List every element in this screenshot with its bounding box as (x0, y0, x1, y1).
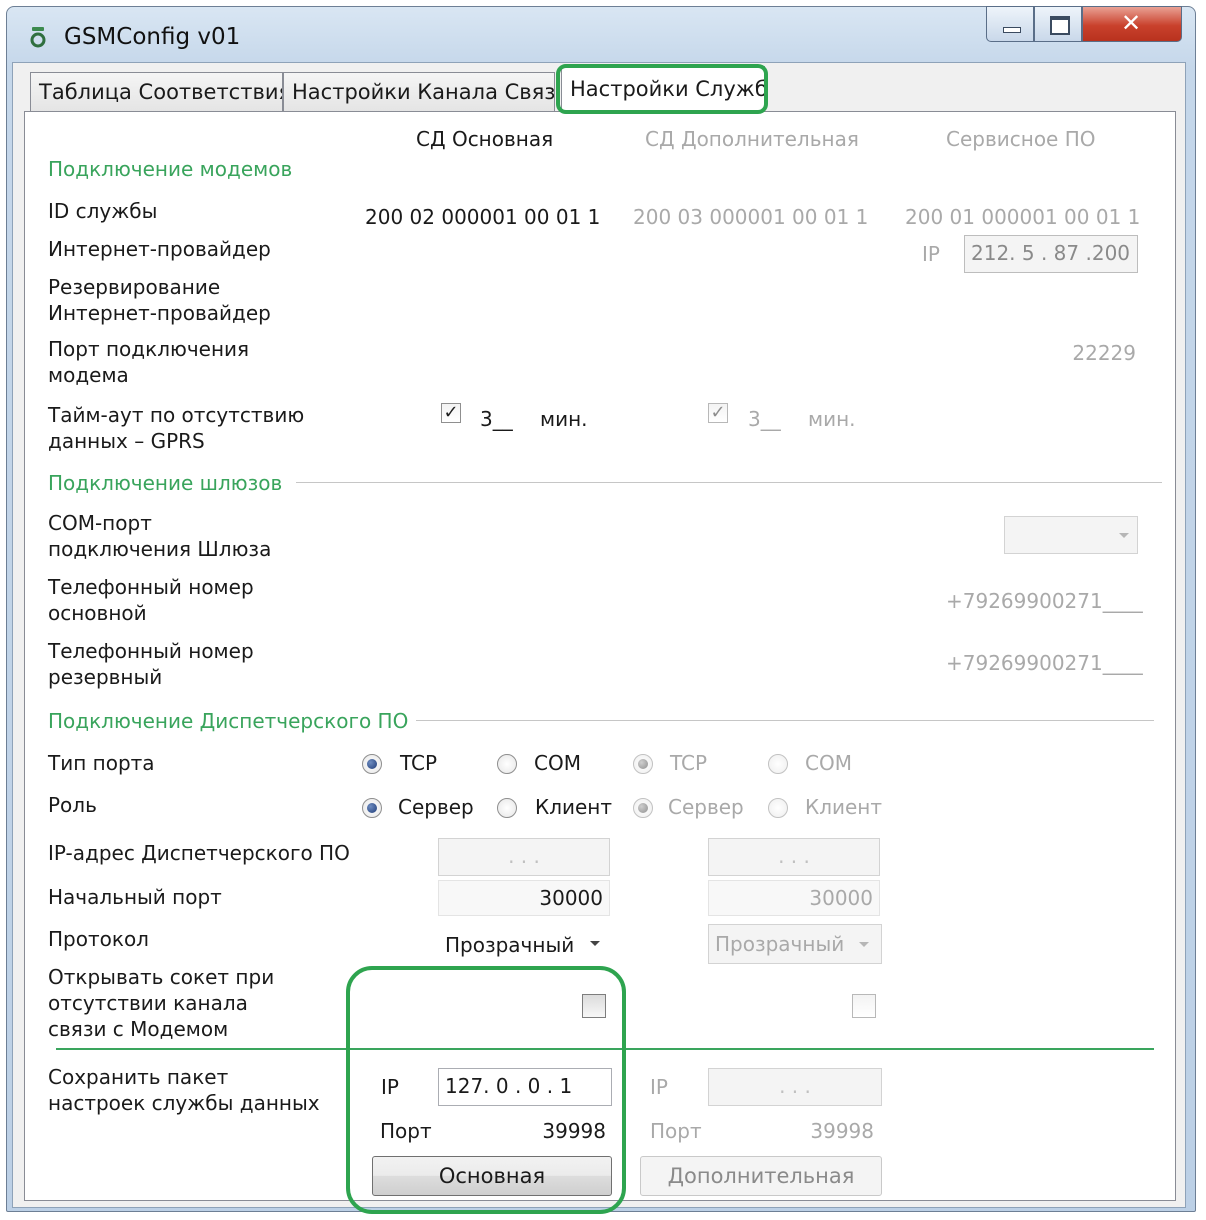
close-icon: ✕ (1121, 9, 1142, 37)
minimize-button[interactable] (986, 6, 1034, 42)
timeout-additional-value[interactable]: 3__ (748, 406, 781, 432)
timeout-additional-checkbox[interactable]: ✓ (708, 403, 728, 423)
dispatcher-ip-label: IP-адрес Диспетчерского ПО (48, 841, 350, 865)
protocol-primary-dropdown-button[interactable] (580, 926, 610, 962)
port-type-primary-tcp-label: TCP (400, 751, 438, 775)
isp-label: Интернет-провайдер (48, 237, 271, 261)
open-socket-label-1: Открывать сокет при (48, 965, 275, 989)
open-socket-label-3: связи с Модемом (48, 1017, 229, 1041)
role-additional-client-label: Клиент (805, 795, 883, 819)
timeout-primary-value[interactable]: 3__ (480, 406, 513, 432)
role-primary-server-radio[interactable] (362, 798, 382, 818)
column-primary-header: СД Основная (416, 127, 554, 151)
protocol-primary-value[interactable]: Прозрачный (445, 932, 574, 958)
timeout-primary-unit: мин. (540, 407, 588, 431)
maximize-button[interactable] (1034, 6, 1082, 42)
save-port-additional-label: Порт (650, 1119, 702, 1143)
port-type-additional-tcp-label: TCP (670, 751, 708, 775)
maximize-icon (1050, 16, 1070, 35)
service-id-service: 200 01 000001 00 01 1 (905, 205, 1141, 229)
phone-reserve-label-1: Телефонный номер (48, 639, 254, 663)
port-type-additional-tcp-radio[interactable] (633, 754, 653, 774)
port-type-additional-com-radio[interactable] (768, 754, 788, 774)
save-ip-primary-input[interactable]: 127. 0 . 0 . 1 (438, 1068, 612, 1106)
service-id-additional: 200 03 000001 00 01 1 (633, 205, 869, 229)
start-port-label: Начальный порт (48, 885, 222, 909)
tab-service-settings[interactable]: Настройки Служб (561, 66, 765, 112)
close-button[interactable]: ✕ (1082, 6, 1182, 42)
tab-mapping-table[interactable]: Таблица Соответствия (30, 72, 283, 112)
isp-reserve-label-2: Интернет-провайдер (48, 301, 271, 325)
com-port-label-2: подключения Шлюза (48, 537, 272, 561)
phone-main-label-2: основной (48, 601, 147, 625)
minimize-icon (1003, 27, 1021, 33)
chevron-down-icon (1119, 533, 1129, 538)
save-primary-button[interactable]: Основная (372, 1156, 612, 1196)
dispatcher-ip-primary-input[interactable]: . . . (438, 838, 610, 876)
section-modems-title: Подключение модемов (48, 157, 293, 181)
modem-port-label-2: модема (48, 363, 129, 387)
open-socket-label-2: отсутствии канала (48, 991, 248, 1015)
service-id-primary: 200 02 000001 00 01 1 (365, 205, 601, 229)
role-additional-server-label: Сервер (668, 795, 744, 819)
timeout-primary-checkbox[interactable]: ✓ (441, 403, 461, 423)
save-section-divider (56, 1048, 1154, 1050)
save-packet-label-2: настроек службы данных (48, 1091, 320, 1115)
port-type-primary-com-radio[interactable] (497, 754, 517, 774)
role-primary-client-radio[interactable] (497, 798, 517, 818)
phone-main-value[interactable]: +79269900271____ (946, 588, 1143, 614)
service-id-label: ID службы (48, 199, 158, 223)
section-dispatcher-divider (416, 720, 1154, 721)
window-title: GSMConfig v01 (64, 24, 241, 50)
role-additional-server-radio[interactable] (633, 798, 653, 818)
dispatcher-ip-additional-input[interactable]: . . . (708, 838, 880, 876)
save-port-primary-label: Порт (380, 1119, 432, 1143)
app-icon (30, 27, 46, 48)
save-packet-label-1: Сохранить пакет (48, 1065, 229, 1089)
com-port-select[interactable] (1004, 516, 1138, 554)
section-dispatcher-title: Подключение Диспетчерского ПО (48, 709, 409, 733)
save-ip-primary-label: IP (381, 1075, 399, 1099)
open-socket-primary-checkbox[interactable] (582, 994, 606, 1018)
protocol-additional-value: Прозрачный (715, 932, 845, 956)
role-primary-server-label: Сервер (398, 795, 474, 819)
phone-reserve-value[interactable]: +79269900271____ (946, 650, 1143, 676)
phone-main-label-1: Телефонный номер (48, 575, 254, 599)
open-socket-additional-checkbox[interactable] (852, 994, 876, 1018)
timeout-additional-unit: мин. (808, 407, 856, 431)
port-type-label: Тип порта (48, 751, 155, 775)
start-port-primary-input[interactable]: 30000 (438, 880, 610, 916)
isp-ip-input[interactable]: 212. 5 . 87 .200 (964, 235, 1138, 273)
isp-reserve-label-1: Резервирование (48, 275, 221, 299)
tab-channel-settings[interactable]: Настройки Канала Связи (283, 72, 555, 112)
port-type-additional-com-label: COM (805, 751, 852, 775)
section-gateways-title: Подключение шлюзов (48, 471, 283, 495)
role-label: Роль (48, 793, 97, 817)
section-gateways-divider (296, 482, 1162, 483)
port-type-primary-com-label: COM (534, 751, 581, 775)
column-additional-header: СД Дополнительная (645, 127, 859, 151)
role-primary-client-label: Клиент (535, 795, 613, 819)
save-additional-button[interactable]: Дополнительная (640, 1156, 882, 1196)
save-port-primary-value[interactable]: 39998 (500, 1118, 606, 1144)
protocol-additional-select[interactable]: Прозрачный (708, 924, 882, 964)
modem-port-value[interactable]: 22229 (1040, 340, 1136, 366)
timeout-label-2: данных – GPRS (48, 429, 205, 453)
protocol-label: Протокол (48, 927, 149, 951)
column-service-header: Сервисное ПО (946, 127, 1096, 151)
chevron-down-icon (590, 941, 600, 946)
modem-port-label-1: Порт подключения (48, 337, 250, 361)
chevron-down-icon (859, 942, 869, 947)
save-port-additional-value[interactable]: 39998 (770, 1118, 874, 1144)
com-port-label-1: COM-порт (48, 511, 152, 535)
save-ip-additional-input[interactable]: . . . (708, 1068, 882, 1106)
phone-reserve-label-2: резервный (48, 665, 163, 689)
port-type-primary-tcp-radio[interactable] (362, 754, 382, 774)
save-ip-additional-label: IP (650, 1075, 668, 1099)
start-port-additional-input[interactable]: 30000 (708, 880, 880, 916)
role-additional-client-radio[interactable] (768, 798, 788, 818)
timeout-label-1: Тайм-аут по отсутствию (48, 403, 305, 427)
isp-ip-label: IP (922, 242, 940, 266)
